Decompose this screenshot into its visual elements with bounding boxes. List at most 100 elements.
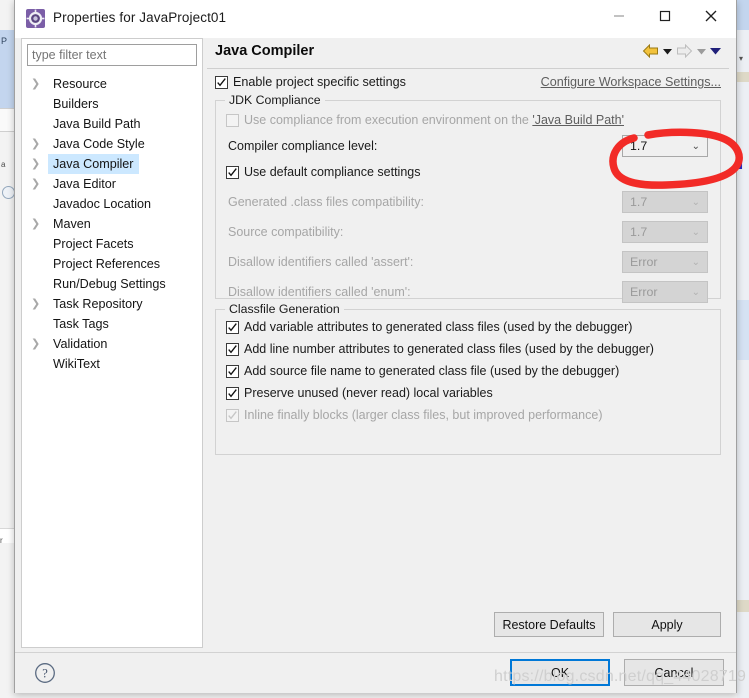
sidebar-item-label: Run/Debug Settings <box>53 277 166 291</box>
ide-view-tab <box>0 108 14 132</box>
java-build-path-link[interactable]: 'Java Build Path' <box>532 113 624 127</box>
classfile-option-checkbox[interactable] <box>226 365 239 381</box>
classfile-option-row: Inline finally blocks (larger class file… <box>216 406 720 428</box>
chevron-right-icon[interactable]: ❯ <box>31 214 43 234</box>
ide-right-tab-2 <box>737 300 749 360</box>
ide-right-chevron-icon: ▾ <box>739 54 744 63</box>
chevron-right-icon[interactable]: ❯ <box>31 74 43 94</box>
forward-menu-chevron-down-icon <box>697 48 706 55</box>
filter-wrapper <box>22 39 202 66</box>
sidebar-item-label: Java Compiler <box>48 154 139 174</box>
classfile-option-checkbox <box>226 409 239 425</box>
ide-right-marker-2 <box>737 600 749 612</box>
sidebar-item-task-tags[interactable]: Task Tags <box>22 314 202 334</box>
sidebar-item-label: Project References <box>53 257 161 271</box>
sidebar-item-project-facets[interactable]: Project Facets <box>22 234 202 254</box>
chevron-down-icon: ⌄ <box>691 197 700 208</box>
compiler-compliance-level-label: Compiler compliance level: <box>228 139 378 153</box>
sidebar-item-label: Task Tags <box>53 317 109 331</box>
jdk-compliance-legend: JDK Compliance <box>225 93 325 107</box>
classfile-option-row: Preserve unused (never read) local varia… <box>216 384 720 406</box>
settings-tree: ❯ Resource Builders Java Build Path ❯ Java Co… <box>22 74 202 374</box>
chevron-right-icon[interactable]: ❯ <box>31 134 43 154</box>
classfile-option-label: Add variable attributes to generated cla… <box>244 320 633 334</box>
disallow-enum-combo: Error ⌄ <box>622 281 708 303</box>
ide-partial-label-2: a <box>1 160 6 169</box>
compiler-compliance-level-value: 1.7 <box>630 139 648 153</box>
generated-class-files-compatibility-row: Generated .class files compatibility: 1.… <box>216 189 720 219</box>
sidebar-item-validation[interactable]: ❯ Validation <box>22 334 202 354</box>
chevron-right-icon[interactable]: ❯ <box>31 174 43 194</box>
sidebar-item-label: Java Editor <box>53 177 116 191</box>
sidebar-item-javadoc-location[interactable]: Javadoc Location <box>22 194 202 214</box>
sidebar-item-task-repository[interactable]: ❯ Task Repository <box>22 294 202 314</box>
restore-defaults-button[interactable]: Restore Defaults <box>494 612 604 637</box>
page-navigation-toolbar <box>642 44 721 58</box>
sidebar-item-wikitext[interactable]: WikiText <box>22 354 202 374</box>
classfile-option-checkbox[interactable] <box>226 321 239 337</box>
classfile-option-label: Inline finally blocks (larger class file… <box>244 408 603 422</box>
sidebar-item-java-build-path[interactable]: Java Build Path <box>22 114 202 134</box>
sidebar-item-java-compiler[interactable]: ❯ Java Compiler <box>22 154 202 174</box>
filter-input[interactable] <box>27 44 197 66</box>
disallow-assert-combo: Error ⌄ <box>622 251 708 273</box>
apply-button[interactable]: Apply <box>613 612 721 637</box>
classfile-option-label: Add source file name to generated class … <box>244 364 620 378</box>
classfile-option-checkbox[interactable] <box>226 343 239 359</box>
generated-class-files-compatibility-label: Generated .class files compatibility: <box>228 195 424 209</box>
sidebar-item-label: Builders <box>53 97 99 111</box>
chevron-down-icon: ⌄ <box>691 141 700 152</box>
back-menu-chevron-down-icon[interactable] <box>663 48 672 55</box>
help-question-icon[interactable]: ? <box>34 662 56 684</box>
sidebar-item-maven[interactable]: ❯ Maven <box>22 214 202 234</box>
sidebar-item-resource[interactable]: ❯ Resource <box>22 74 202 94</box>
page-action-row: Restore Defaults Apply <box>207 612 729 638</box>
sidebar-item-java-code-style[interactable]: ❯ Java Code Style <box>22 134 202 154</box>
use-default-compliance-checkbox[interactable] <box>226 166 239 182</box>
ide-right-tab <box>737 0 749 30</box>
use-execution-environment-text: Use compliance from execution environmen… <box>244 113 533 127</box>
watermark-text: https://blog.csdn.net/qq_44028719 <box>494 668 747 685</box>
sidebar-item-label: Java Build Path <box>53 117 141 131</box>
use-default-compliance-row: Use default compliance settings <box>216 163 720 185</box>
configure-workspace-settings-link[interactable]: Configure Workspace Settings... <box>541 75 721 89</box>
sidebar-item-label: Maven <box>53 217 91 231</box>
ide-right-glyph: ▮ <box>738 160 743 170</box>
generated-class-files-compatibility-value: 1.7 <box>630 195 648 209</box>
disallow-assert-label: Disallow identifiers called 'assert': <box>228 255 414 269</box>
settings-tree-panel: ❯ResourceBuildersJava Build Path❯Java Co… <box>21 38 203 648</box>
back-arrow-icon[interactable] <box>642 44 659 58</box>
sidebar-item-label: Task Repository <box>53 297 143 311</box>
view-menu-chevron-down-icon[interactable] <box>710 47 721 55</box>
classfile-option-checkbox[interactable] <box>226 387 239 403</box>
sidebar-item-label: Resource <box>53 77 107 91</box>
sidebar-item-run-debug-settings[interactable]: Run/Debug Settings <box>22 274 202 294</box>
sidebar-item-java-editor[interactable]: ❯ Java Editor <box>22 174 202 194</box>
chevron-right-icon[interactable]: ❯ <box>31 154 43 174</box>
classfile-option-row: Add line number attributes to generated … <box>216 340 720 362</box>
classfile-option-label: Add line number attributes to generated … <box>244 342 654 356</box>
classfile-generation-group: Classfile Generation Add variable attrib… <box>215 302 721 455</box>
sidebar-item-builders[interactable]: Builders <box>22 94 202 114</box>
sidebar-item-label: Validation <box>53 337 108 351</box>
classfile-option-list: Add variable attributes to generated cla… <box>216 310 720 428</box>
ide-right-marker <box>737 72 749 82</box>
close-button[interactable] <box>688 0 734 31</box>
enable-project-specific-checkbox[interactable] <box>215 76 228 92</box>
generated-class-files-compatibility-combo: 1.7 ⌄ <box>622 191 708 213</box>
ide-partial-label: P <box>1 36 8 46</box>
use-default-compliance-label: Use default compliance settings <box>244 165 421 179</box>
sidebar-item-project-references[interactable]: Project References <box>22 254 202 274</box>
chevron-right-icon[interactable]: ❯ <box>31 294 43 314</box>
classfile-option-label: Preserve unused (never read) local varia… <box>244 386 493 400</box>
source-compatibility-value: 1.7 <box>630 225 648 239</box>
java-compiler-page: Java Compiler Enable project specific se… <box>207 38 729 646</box>
chevron-down-icon: ⌄ <box>691 257 700 268</box>
dialog-body: ❯ResourceBuildersJava Build Path❯Java Co… <box>15 38 736 652</box>
chevron-right-icon[interactable]: ❯ <box>31 334 43 354</box>
minimize-button[interactable] <box>596 0 642 31</box>
maximize-button[interactable] <box>642 0 688 31</box>
compiler-compliance-level-combo[interactable]: 1.7 ⌄ <box>622 135 708 157</box>
source-compatibility-row: Source compatibility: 1.7 ⌄ <box>216 219 720 249</box>
disallow-enum-value: Error <box>630 285 658 299</box>
